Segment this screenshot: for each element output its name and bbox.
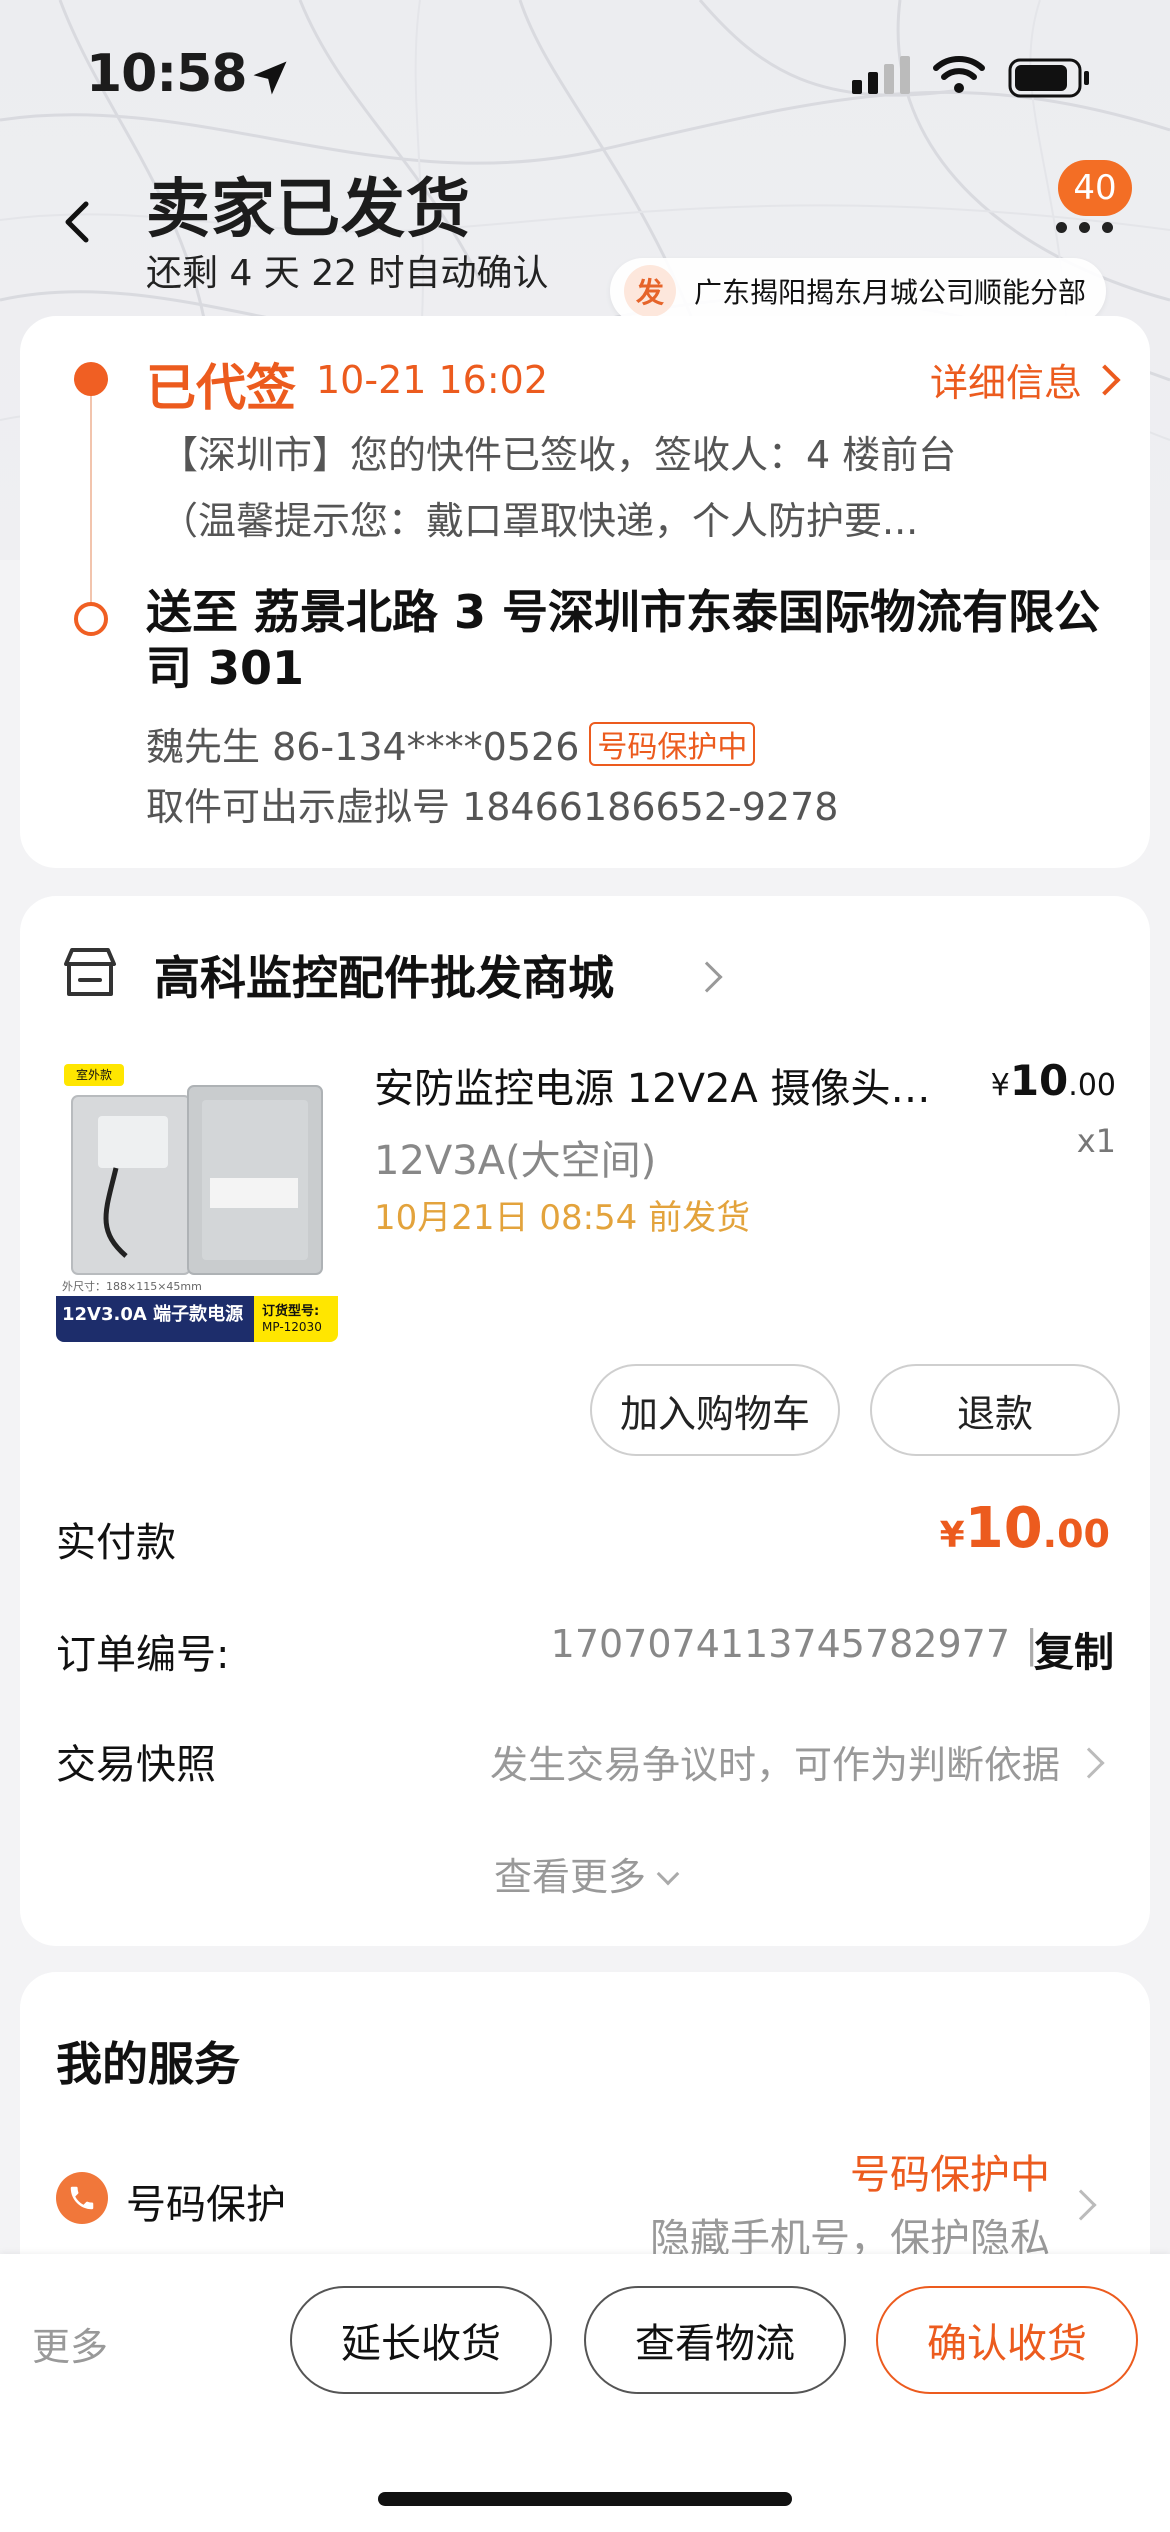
- paid-amount-label: 实付款: [56, 1520, 176, 1566]
- delivery-message-line1: 【深圳市】您的快件已签收，签收人：4 楼前台: [160, 433, 957, 477]
- detail-link-label: 详细信息: [929, 361, 1082, 405]
- number-protection-status[interactable]: 号码保护中: [850, 2142, 1050, 2200]
- snapshot-label[interactable]: 交易快照: [56, 1732, 216, 1790]
- chevron-down-icon: [656, 1862, 680, 1886]
- delivery-message: 【深圳市】您的快件已签收，签收人：4 楼前台 （温馨提示您：戴口罩取快递，个人防…: [160, 422, 1100, 554]
- back-arrow-icon[interactable]: [48, 190, 108, 250]
- status-bar: 10:58: [0, 0, 1170, 150]
- store-icon: [64, 948, 116, 996]
- map-location-label: 发 广东揭阳揭东月城公司顺能分部: [610, 258, 1107, 324]
- product-image-model: MP-12030: [262, 1320, 322, 1334]
- product-image[interactable]: 室外款 外尺寸：188×115×45mm 12V3.0A 端子款电源 订货型号:…: [56, 1060, 338, 1342]
- see-more-button[interactable]: 查看更多: [20, 1846, 1150, 1901]
- ship-origin-badge: 发: [624, 265, 676, 317]
- cellular-signal-icon: [852, 56, 910, 94]
- order-number: 1707074113745782977: [550, 1622, 1010, 1666]
- ship-origin-text: 广东揭阳揭东月城公司顺能分部: [694, 276, 1087, 309]
- timeline-dot-current: [74, 362, 108, 396]
- logistics-detail-link[interactable]: 详细信息: [929, 352, 1121, 407]
- paid-decimal: .00: [1042, 1512, 1110, 1556]
- snapshot-description[interactable]: 发生交易争议时，可作为判断依据: [490, 1734, 1060, 1789]
- status-time: 10:58: [86, 44, 248, 104]
- price-currency: ¥: [990, 1068, 1010, 1103]
- virtual-number: 取件可出示虚拟号 18466186652-9278: [146, 785, 839, 829]
- delivery-status: 已代签: [146, 359, 296, 417]
- battery-icon: [1008, 58, 1089, 98]
- confirm-receipt-button[interactable]: 确认收货: [876, 2286, 1138, 2394]
- extend-receipt-button[interactable]: 延长收货: [290, 2286, 552, 2394]
- product-image-size: 外尺寸：188×115×45mm: [62, 1280, 202, 1293]
- delivery-message-line2: （温馨提示您：戴口罩取快递，个人防护要...: [160, 499, 919, 543]
- product-image-banner: 12V3.0A 端子款电源: [62, 1304, 244, 1325]
- product-quantity: x1: [1076, 1122, 1116, 1160]
- chevron-right-icon[interactable]: [691, 961, 723, 993]
- delivery-time: 10-21 16:02: [316, 358, 549, 402]
- delivery-address: 送至 荔景北路 3 号深圳市东泰国际物流有限公司 301: [146, 585, 1101, 695]
- product-image-model-label: 订货型号:: [262, 1304, 320, 1319]
- message-count-badge: 40: [1058, 160, 1132, 216]
- shop-name[interactable]: 高科监控配件批发商城: [154, 942, 614, 1008]
- number-protection-label[interactable]: 号码保护: [126, 2172, 286, 2230]
- chevron-right-icon[interactable]: [1065, 2189, 1097, 2221]
- product-ship-deadline: 10月21日 08:54 前发货: [374, 1198, 751, 1238]
- paid-integer: 10: [964, 1496, 1043, 1561]
- view-logistics-button[interactable]: 查看物流: [584, 2286, 846, 2394]
- auto-confirm-countdown: 还剩 4 天 22 时自动确认: [146, 253, 549, 294]
- home-indicator[interactable]: [378, 2492, 792, 2506]
- refund-button[interactable]: 退款: [870, 1364, 1120, 1456]
- paid-currency: ¥: [939, 1515, 965, 1556]
- order-number-label: 订单编号:: [56, 1632, 230, 1678]
- add-to-cart-button[interactable]: 加入购物车: [590, 1364, 840, 1456]
- product-sku: 12V3A(大空间): [374, 1138, 657, 1184]
- see-more-label: 查看更多: [493, 1855, 646, 1899]
- order-card: 高科监控配件批发商城 室外款 外尺寸：188×115×45mm 12V3.0A …: [20, 896, 1150, 1946]
- chevron-right-icon: [1089, 363, 1121, 396]
- timeline-dot-destination: [74, 602, 108, 636]
- product-image-tag: 室外款: [75, 1068, 112, 1082]
- recipient-info: 魏先生 86-134****0526 号码保护中: [146, 716, 756, 771]
- paid-amount: ¥10.00: [940, 1496, 1110, 1561]
- recipient-name-phone: 魏先生 86-134****0526: [146, 725, 580, 769]
- copy-order-button[interactable]: 复制: [1034, 1620, 1114, 1678]
- product-price: ¥10.00: [991, 1056, 1116, 1105]
- more-dots-icon: [1056, 222, 1113, 233]
- wifi-icon: [933, 56, 985, 93]
- product-title[interactable]: 安防监控电源 12V2A 摄像头电源: [374, 1056, 934, 1114]
- chevron-right-icon[interactable]: [1073, 1747, 1105, 1779]
- page-title: 卖家已发货: [146, 173, 471, 247]
- bottom-action-bar: 更多 延长收货 查看物流 确认收货: [0, 2254, 1170, 2532]
- timeline-line: [90, 382, 92, 632]
- more-actions-button[interactable]: 更多: [32, 2316, 108, 2371]
- price-decimal: .00: [1068, 1068, 1116, 1103]
- number-protection-tag: 号码保护中: [589, 721, 756, 766]
- price-integer: 10: [1009, 1056, 1069, 1105]
- logistics-card[interactable]: 已代签 10-21 16:02 详细信息 【深圳市】您的快件已签收，签收人：4 …: [20, 316, 1150, 868]
- location-arrow-icon: [253, 61, 287, 95]
- phone-shield-icon: [56, 2172, 108, 2224]
- services-title: 我的服务: [56, 2037, 240, 2091]
